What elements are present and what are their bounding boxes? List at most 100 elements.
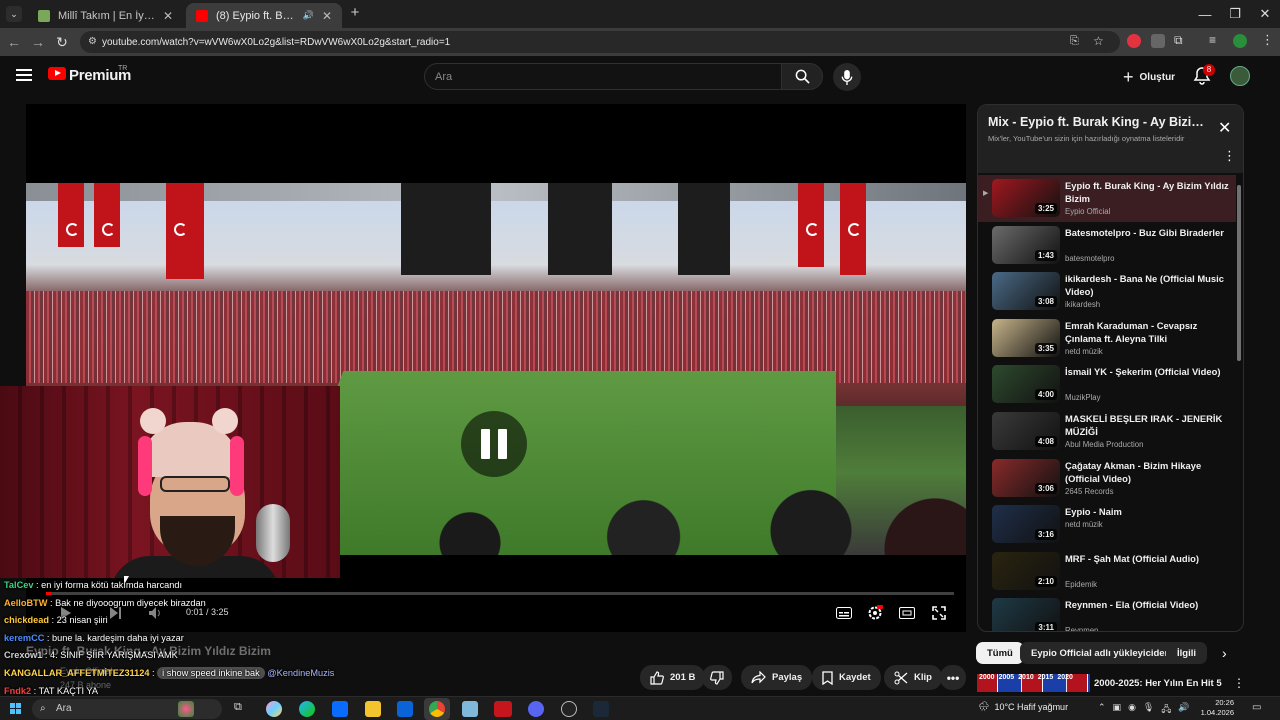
steam-icon[interactable] — [593, 701, 609, 717]
playlist-item[interactable]: 4:08 MASKELİ BEŞLER IRAK - JENERİK MÜZİĞİ… — [978, 408, 1236, 455]
scrollbar-thumb[interactable] — [1237, 185, 1241, 361]
chip-related[interactable]: İlgili — [1166, 642, 1207, 664]
chat-separator: : — [31, 685, 39, 696]
file-explorer-icon[interactable] — [365, 701, 381, 717]
more-vert-icon[interactable]: ⋮ — [1223, 149, 1236, 162]
share-icon — [751, 671, 766, 684]
playlist-item[interactable]: 1:43 Batesmotelpro - Buz Gibi Biraderler b… — [978, 222, 1236, 269]
voice-app-icon[interactable] — [494, 701, 512, 717]
task-view-icon[interactable]: ⧉ — [234, 701, 242, 714]
close-icon[interactable]: ✕ — [1218, 118, 1231, 138]
tab-search-button[interactable]: ⌄ — [6, 6, 22, 22]
search-button[interactable] — [781, 63, 823, 90]
hamburger-menu-icon[interactable] — [16, 69, 32, 81]
url-text: youtube.com/watch?v=wVW6wX0Lo2g&list=RDw… — [102, 36, 451, 48]
close-window-button[interactable]: ✕ — [1250, 3, 1280, 25]
chip-all[interactable]: Tümü — [976, 642, 1024, 664]
new-tab-button[interactable]: + — [346, 4, 364, 22]
share-button[interactable]: Paylaş — [741, 665, 813, 690]
playlist-item[interactable]: 3:11 Reynmen - Ela (Official Video) Reynme… — [978, 594, 1236, 631]
search-input[interactable]: Ara — [424, 63, 782, 90]
chat-message: AelloBTW : Bak ne diyooogrum diyecek bir… — [4, 598, 206, 608]
extensions-puzzle-icon[interactable]: ⧉ — [1174, 33, 1183, 48]
minimize-button[interactable]: — — [1190, 3, 1220, 25]
notes-icon[interactable] — [462, 701, 478, 717]
extension-icon[interactable] — [1127, 34, 1141, 48]
fullscreen-icon[interactable] — [929, 604, 949, 622]
tray-chevron-icon[interactable]: ⌃ — [1098, 702, 1106, 718]
back-icon[interactable]: ← — [5, 33, 23, 51]
windows-start-icon[interactable] — [10, 703, 21, 714]
notification-count-badge: 8 — [1203, 64, 1215, 76]
address-bar[interactable]: ⚙ youtube.com/watch?v=wVW6wX0Lo2g&list=R… — [80, 31, 1120, 53]
network-icon[interactable]: 🖧 — [1161, 702, 1171, 718]
microphone-icon[interactable]: 🎙 — [1143, 702, 1154, 718]
playlist-item[interactable]: 3:06 Çağatay Akman - Bizim Hikaye (Offici… — [978, 455, 1236, 502]
tray-app-icon[interactable]: ◉ — [1128, 702, 1136, 718]
chat-message: KANGALLAR_AFFETMİTEZ31124 : i show speed… — [4, 667, 334, 679]
profile-icon[interactable] — [1233, 34, 1247, 48]
extension-icon[interactable] — [1151, 34, 1165, 48]
youtube-logo-icon[interactable] — [48, 67, 66, 80]
install-app-icon[interactable]: ⎘ — [1070, 35, 1079, 48]
edge-icon[interactable] — [299, 701, 315, 717]
tray-app-icon[interactable]: ▣ — [1113, 702, 1122, 718]
chevron-right-icon[interactable]: › — [1222, 645, 1227, 661]
site-info-icon[interactable]: ⚙ — [88, 36, 97, 47]
taskbar-clock[interactable]: 20:26 1.04.2026 — [1196, 698, 1234, 718]
tab-audio-icon[interactable]: 🔊 — [303, 10, 314, 21]
video-duration: 3:35 — [1034, 342, 1057, 354]
more-vert-icon[interactable]: ⋮ — [1233, 676, 1245, 690]
subtitles-icon[interactable] — [834, 604, 854, 622]
playlist-item[interactable]: 3:35 Emrah Karaduman - Cevapsız Çınlama f… — [978, 315, 1236, 362]
speaker-icon[interactable]: 🔊 — [1178, 702, 1189, 718]
avatar[interactable] — [1230, 66, 1250, 86]
tab-close-icon[interactable]: ✕ — [163, 9, 173, 23]
recommended-video-title: 2000-2025: Her Yılın En Hit 5 — [1094, 678, 1222, 689]
like-button[interactable]: 201 B — [640, 665, 706, 690]
playlist-item[interactable]: ▶ 3:25 Eypio ft. Burak King - Ay Bizim Yıl… — [978, 175, 1236, 222]
playlist-item[interactable]: 3:08 ikikardesh - Bana Ne (Official Music… — [978, 268, 1236, 315]
more-actions-button[interactable]: ••• — [940, 665, 966, 690]
mail-icon[interactable] — [397, 701, 413, 717]
chip-from-uploader[interactable]: Eypio Official adlı yükleyiciden — [1020, 642, 1182, 664]
maximize-button[interactable]: ❐ — [1220, 3, 1250, 25]
chat-username: AelloBTW — [4, 597, 48, 608]
tab-close-icon[interactable]: ✕ — [322, 9, 332, 23]
bookmark-star-icon[interactable]: ☆ — [1093, 34, 1104, 48]
notification-center-icon[interactable]: ▭ — [1252, 702, 1261, 713]
browser-tab-strip: ⌄ Millî Takım | En İyi Marşı Seçiyoruz ✕… — [0, 0, 1280, 28]
theater-mode-icon[interactable] — [897, 604, 917, 622]
browser-tab-active[interactable]: (8) Eypio ft. Burak King - Ay Bizim Yıld… — [186, 3, 342, 28]
clip-button[interactable]: Klip — [884, 665, 942, 690]
store-icon[interactable] — [332, 701, 348, 717]
discord-icon[interactable] — [528, 701, 544, 717]
playlist-item-title: MASKELİ BEŞLER IRAK - JENERİK MÜZİĞİ — [1065, 413, 1223, 437]
obs-icon[interactable] — [561, 701, 577, 717]
chat-text: i show speed inkine bak — [157, 667, 265, 679]
create-button[interactable]: + Oluştur — [1117, 65, 1181, 89]
settings-gear-icon[interactable] — [865, 604, 885, 622]
progress-bar[interactable] — [46, 592, 954, 595]
dislike-button[interactable] — [702, 665, 732, 690]
forward-icon[interactable]: → — [29, 33, 47, 51]
playlist-item[interactable]: 3:16 Eypio - Naim netd müzik — [978, 501, 1236, 548]
browser-menu-icon[interactable]: ⋮ — [1261, 32, 1274, 48]
playlist-item-channel: netd müzik — [1065, 346, 1103, 356]
video-thumbnail: 4:00 — [992, 365, 1060, 404]
recommended-video[interactable]: 2000 2005 2010 2015 2020 2000-2025: Her … — [977, 674, 1257, 692]
media-control-icon[interactable]: ≡ — [1209, 33, 1216, 47]
weather-widget[interactable]: 🌧 10°C Hafif yağmur — [978, 701, 1068, 712]
chrome-icon[interactable] — [429, 701, 445, 717]
playlist-item[interactable]: 4:00 İsmail YK - Şekerim (Official Video)… — [978, 361, 1236, 408]
pause-button[interactable] — [461, 411, 527, 477]
save-button[interactable]: Kaydet — [812, 665, 881, 690]
reload-icon[interactable]: ↻ — [53, 33, 71, 51]
playlist-item[interactable]: 2:10 MRF - Şah Mat (Official Audio) Epidem… — [978, 548, 1236, 595]
voice-search-button[interactable] — [833, 63, 861, 91]
playlist-title[interactable]: Mix - Eypio ft. Burak King - Ay Bizim... — [988, 115, 1208, 129]
video-duration: 3:16 — [1034, 529, 1057, 541]
playlist-scrollbar[interactable] — [1237, 175, 1241, 631]
browser-tab[interactable]: Millî Takım | En İyi Marşı Seçiyoruz ✕ — [28, 3, 183, 28]
copilot-icon[interactable] — [266, 701, 282, 717]
